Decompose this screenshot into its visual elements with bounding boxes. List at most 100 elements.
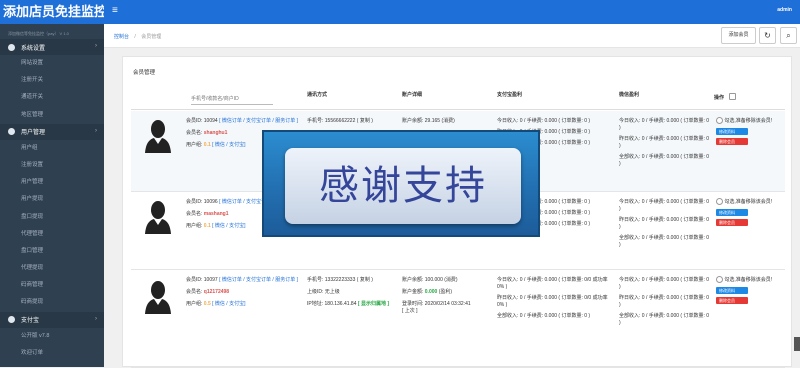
sidebar-item[interactable]: 用户提现 (0, 191, 104, 208)
member-id-label: 会员ID: (186, 277, 203, 283)
sidebar-item[interactable]: 注册开关 (0, 72, 104, 89)
sidebar-item[interactable]: 欢迎订单 (0, 345, 104, 362)
sidebar-section-label: 支付宝 (21, 318, 40, 325)
balance-value: 29.165 (424, 118, 441, 124)
sidebar-item[interactable]: 代理管理 (0, 226, 104, 243)
top-bar: ≡ admin (104, 0, 800, 24)
member-group-label: 用户组: (186, 142, 203, 148)
group-links[interactable]: [ 微信 / 支付宝] (212, 223, 245, 229)
add-member-button[interactable]: 添加会员 (721, 27, 756, 44)
sidebar-item[interactable]: 通道开关 (0, 89, 104, 106)
breadcrumb: 控制台 / 会员管理 (114, 33, 161, 40)
sidebar-item[interactable]: 盘口提现 (0, 209, 104, 226)
avatar (143, 119, 173, 153)
member-id-label: 会员ID: (186, 199, 203, 205)
ip-location-link[interactable]: [ 显示归属地 ] (358, 301, 389, 307)
wechat-today: 今日收入: 0 / 手续费: 0.000 ( 订单数量: 0 ) (619, 277, 710, 290)
sidebar-section[interactable]: 用户管理 › (0, 123, 104, 140)
row-select-checkbox[interactable] (716, 198, 723, 205)
delete-member-button[interactable]: 删除会员 (716, 218, 748, 226)
group-links[interactable]: [ 微信 / 支付宝] (212, 301, 245, 307)
row-actions: 勾选,准备移除该会员! 修改资料删除会员 (716, 276, 782, 304)
wechat-earnings: 今日收入: 0 / 手续费: 0.000 ( 订单数量: 0 ) 昨日收入: 0 … (619, 199, 711, 249)
member-name-label: 会员名: (186, 211, 203, 217)
sidebar-item[interactable]: 码商管理 (0, 277, 104, 294)
row-actions: 勾选,准备移除该会员! 修改资料 删除会员 (716, 117, 782, 145)
chevron-down-icon: › (95, 315, 97, 322)
chevron-down-icon: › (95, 43, 97, 49)
wechat-today: 今日收入: 0 / 手续费: 0.000 ( 订单数量: 0 ) (619, 118, 710, 131)
wechat-today: 今日收入: 0 / 手续费: 0.000 ( 订单数量: 0 ) (619, 199, 710, 212)
search-icon[interactable]: ⌕ (780, 27, 797, 44)
sidebar-item[interactable]: 公开版 v7.8 (0, 328, 104, 345)
login-value: 2020/02/14 03:32:41 (424, 301, 471, 307)
deposit-value: 0.000 (424, 289, 438, 295)
wechat-yesterday: 昨日收入: 0 / 手续费: 0.000 ( 订单数量: 0 ) (619, 136, 710, 149)
table-header: 通讯方式 账户详细 支付宝盈利 微信盈利 操作 (131, 85, 785, 110)
table-row: 会员ID: 10097 [ 微信订单 / 支付宝订单 / 服务订单 ] 会员名: … (131, 270, 785, 368)
delete-member-button[interactable]: 删除会员 (716, 137, 748, 145)
remove-hint: 勾选,准备移除该会员! (724, 276, 773, 283)
wechat-yesterday: 昨日收入: 0 / 手续费: 0.000 ( 订单数量: 0 ) (619, 217, 710, 230)
superior-label: 上级ID: (307, 289, 324, 295)
member-id-label: 会员ID: (186, 118, 203, 124)
sidebar-item[interactable]: 盘口管理 (0, 243, 104, 260)
wechat-total: 全部收入: 0 / 手续费: 0.000 ( 订单数量: 0 ) (619, 313, 710, 326)
member-name: q12172498 (203, 289, 230, 295)
member-group-label: 用户组: (186, 223, 203, 229)
alipay-earnings: 今日收入: 0 / 手续费: 0.000 ( 订单数量: 0/0 成功率 0% … (497, 277, 612, 320)
sidebar-section[interactable]: 支付宝 › (0, 311, 104, 328)
member-group: 0.1 (203, 142, 211, 148)
sidebar: 添加店员免挂监控 添加微信等免挂监控（pay） V 1.0 系统设置 › 网站设置注… (0, 0, 104, 367)
sidebar-item[interactable]: 用户组 (0, 140, 104, 157)
refresh-icon[interactable]: ↻ (759, 27, 776, 44)
panel-title: 会员管理 (133, 70, 156, 76)
avatar (143, 280, 173, 314)
wechat-yesterday: 昨日收入: 0 / 手续费: 0.000 ( 订单数量: 0 ) (619, 295, 710, 308)
alipay-total: 全部收入: 0 / 手续费: 0.000 ( 订单数量: 0 ) (497, 313, 591, 319)
sidebar-item[interactable]: 码商提现 (0, 294, 104, 311)
sidebar-item[interactable]: 用户管理 (0, 174, 104, 191)
select-all-checkbox[interactable] (729, 93, 736, 100)
wechat-earnings: 今日收入: 0 / 手续费: 0.000 ( 订单数量: 0 ) 昨日收入: 0 … (619, 277, 711, 327)
member-id: 10094 (203, 118, 218, 124)
sidebar-item[interactable]: 地区管理 (0, 107, 104, 124)
ip-label: IP地址: (307, 301, 324, 307)
alipay-today: 今日收入: 0 / 手续费: 0.000 ( 订单数量: 0/0 成功率 0% … (497, 277, 608, 290)
breadcrumb-home[interactable]: 控制台 (114, 34, 129, 40)
user-icon (8, 128, 15, 136)
account-info: 账户余额: 29.165 (消费) (402, 118, 494, 125)
balance-value: 100.000 (424, 277, 443, 283)
deposit-note: (盈利) (438, 289, 453, 295)
phone-value: 13322223333 (324, 277, 356, 283)
row-select-checkbox[interactable] (716, 276, 723, 283)
member-name: mashang1 (203, 211, 229, 217)
deposit-label: 账户金额: (402, 289, 424, 295)
row-actions: 勾选,准备移除该会员! 修改资料删除会员 (716, 198, 782, 226)
phone-label: 手机号: (307, 118, 324, 124)
edit-member-button[interactable]: 修改资料 (716, 208, 748, 216)
edit-member-button[interactable]: 修改资料 (716, 127, 748, 135)
order-links[interactable]: [ 微信订单 / 支付宝订单 / 服务订单 ] (219, 277, 298, 283)
delete-member-button[interactable]: 删除会员 (716, 296, 748, 304)
edit-member-button[interactable]: 修改资料 (716, 286, 748, 294)
phone-value: 15566662222 (324, 118, 356, 124)
order-links[interactable]: [ 微信订单 / 支付宝订单 / 服务订单 ] (219, 118, 298, 124)
remove-hint: 勾选,准备移除该会员! (724, 198, 773, 205)
search-input[interactable] (191, 94, 273, 105)
row-select-checkbox[interactable] (716, 117, 723, 124)
header-ops: 操作 (714, 95, 725, 101)
sidebar-item[interactable]: 网站设置 (0, 55, 104, 72)
user-menu[interactable]: admin (777, 7, 792, 13)
header-alipay: 支付宝盈利 (497, 92, 523, 98)
sidebar-item[interactable]: 代理提现 (0, 260, 104, 277)
scrollbar[interactable] (794, 337, 800, 351)
header-wechat: 微信盈利 (619, 92, 640, 98)
chevron-down-icon: › (95, 127, 97, 134)
group-links[interactable]: [ 微信 / 支付宝] (212, 142, 245, 148)
balance-note: (消费) (441, 118, 455, 124)
menu-toggle-icon[interactable]: ≡ (112, 6, 118, 16)
sidebar-item[interactable]: 注册设置 (0, 157, 104, 174)
copy-link: ( 复制 ) (356, 277, 373, 283)
sidebar-section[interactable]: 系统设置 › (0, 39, 104, 55)
